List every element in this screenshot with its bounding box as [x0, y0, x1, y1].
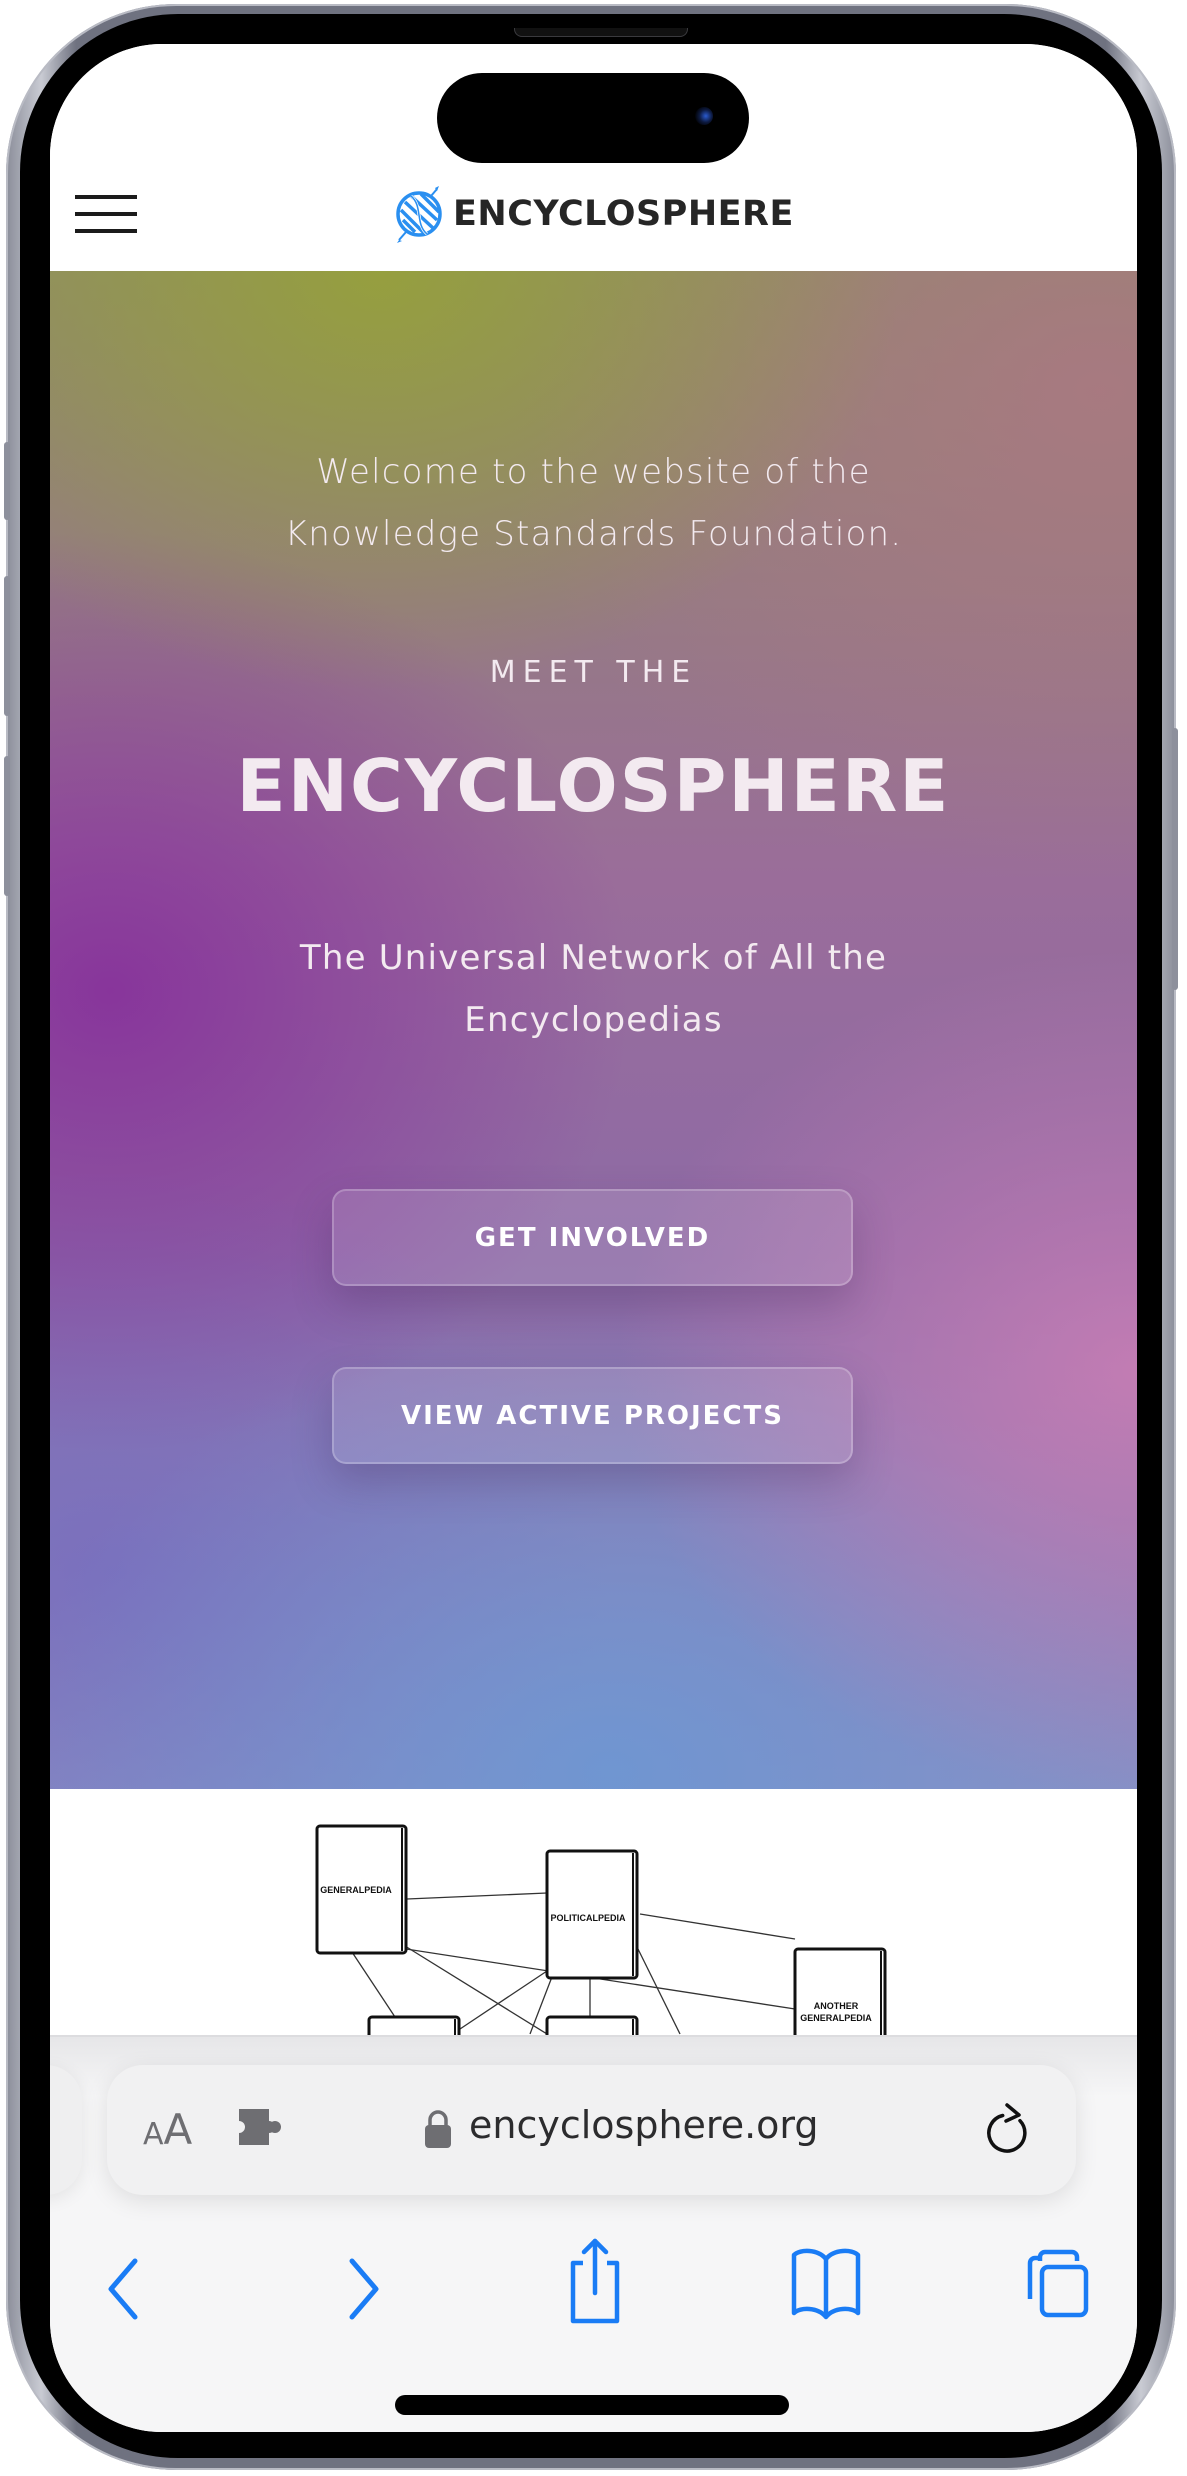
node-label: GENERALPEDIA — [800, 2013, 872, 2023]
welcome-line: Welcome to the website of the — [316, 452, 871, 492]
phone-screen: ENCYCLOSPHERE Welcome to the website of … — [50, 44, 1137, 2432]
action-button — [4, 442, 10, 520]
hero-title: ENCYCLOSPHERE — [236, 744, 951, 828]
get-involved-button[interactable]: GET INVOLVED — [332, 1189, 853, 1286]
globe-dna-logo-icon — [396, 186, 442, 243]
tagline-line: Encyclopedias — [464, 1000, 723, 1040]
hamburger-icon-bar — [75, 212, 137, 216]
edge-line — [347, 1945, 396, 2018]
view-active-projects-button[interactable]: VIEW ACTIVE PROJECTS — [332, 1367, 853, 1464]
node-politicalpedia[interactable]: POLITICALPEDIA — [545, 1849, 639, 1980]
volume-down-button — [4, 756, 10, 896]
tabs-icon[interactable] — [1022, 2249, 1092, 2319]
chevron-right-icon[interactable] — [342, 2257, 382, 2321]
node-label: GENERALPEDIA — [320, 1885, 392, 1895]
camera-lens-icon — [695, 107, 713, 125]
url-text[interactable]: encyclosphere.org — [469, 2103, 819, 2147]
site-logo-text: ENCYCLOSPHERE — [453, 194, 794, 234]
edge-line — [639, 1913, 796, 1940]
welcome-line: Knowledge Standards Foundation. — [284, 514, 903, 554]
hamburger-icon-bar — [75, 229, 137, 233]
hero-eyebrow: MEET THE — [489, 655, 698, 690]
text-size-small-a: A — [143, 2117, 164, 2152]
edge-line — [637, 1948, 681, 2035]
earpiece-speaker — [514, 28, 688, 37]
lock-icon — [425, 2110, 451, 2148]
previous-tab-peek[interactable] — [50, 2065, 82, 2195]
node-label: POLITICALPEDIA — [550, 1913, 626, 1923]
hero-tagline: The Universal Network of All the Encyclo… — [50, 927, 1137, 1051]
edge-line — [459, 1968, 551, 2030]
address-bar[interactable]: AA encyclosphere.org — [107, 2065, 1076, 2195]
welcome-text: Welcome to the website of the Knowledge … — [50, 441, 1137, 565]
puzzle-extension-icon[interactable] — [235, 2107, 285, 2149]
dynamic-island — [437, 73, 749, 163]
text-size-large-a: A — [163, 2105, 193, 2154]
safari-bottom-bar: AA encyclosphere.org — [50, 2035, 1137, 2432]
power-button — [1172, 728, 1178, 990]
edge-line — [406, 1892, 548, 1900]
home-indicator[interactable] — [395, 2395, 789, 2415]
volume-up-button — [4, 576, 10, 716]
reload-icon[interactable] — [981, 2101, 1033, 2157]
share-icon[interactable] — [565, 2237, 625, 2327]
hamburger-menu-button[interactable] — [75, 191, 137, 235]
hamburger-icon-bar — [75, 195, 137, 199]
tagline-line: The Universal Network of All the — [299, 938, 888, 978]
node-generalpedia[interactable]: GENERALPEDIA — [315, 1824, 408, 1955]
node-label: ANOTHER — [814, 2001, 859, 2011]
hero-section: Welcome to the website of the Knowledge … — [50, 271, 1137, 1789]
chevron-left-icon[interactable] — [105, 2257, 145, 2321]
site-logo-link[interactable]: ENCYCLOSPHERE — [393, 184, 794, 244]
text-size-icon[interactable]: AA — [143, 2105, 192, 2154]
book-icon[interactable] — [788, 2245, 864, 2321]
